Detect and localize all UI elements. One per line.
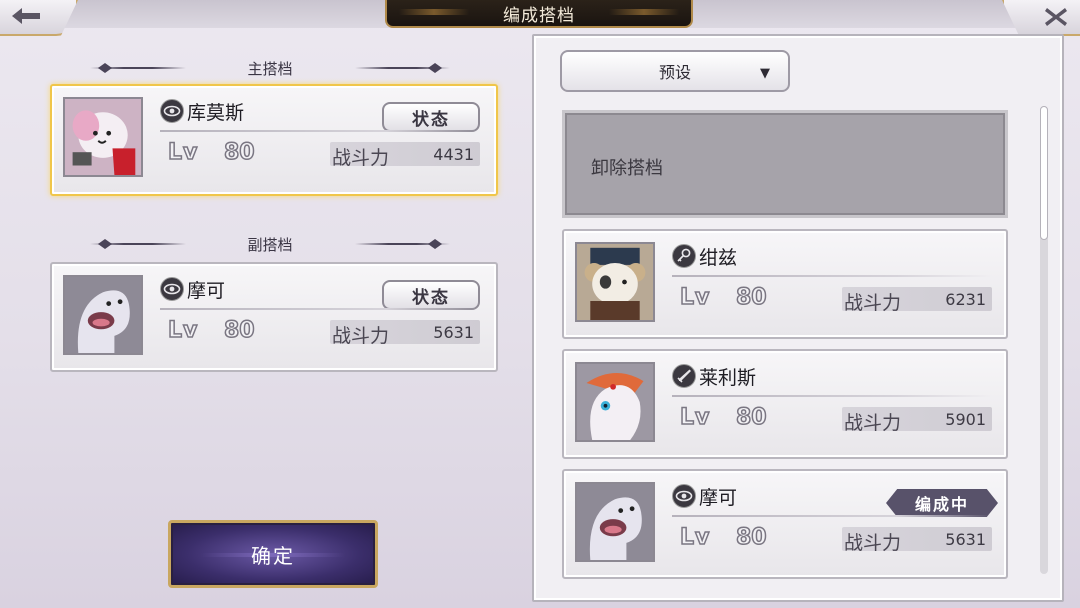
avatar-moke bbox=[63, 275, 143, 355]
level-value: 80 bbox=[735, 524, 767, 551]
level-value: 80 bbox=[735, 284, 767, 311]
divider bbox=[672, 275, 992, 277]
main-partner-heading-text: 主搭档 bbox=[247, 59, 293, 78]
eye-icon bbox=[672, 484, 696, 508]
arrow-left-icon bbox=[12, 8, 40, 24]
power-label: 战斗力 bbox=[844, 532, 902, 554]
main-partner-name-row: 库莫斯 bbox=[160, 98, 244, 124]
level-label: Lv bbox=[679, 524, 711, 551]
power-value: 6231 bbox=[945, 290, 986, 309]
back-button[interactable] bbox=[0, 0, 78, 36]
list-scrollbar-thumb[interactable] bbox=[1040, 106, 1048, 240]
divider bbox=[160, 130, 480, 132]
level-value: 80 bbox=[223, 139, 255, 166]
eye-icon bbox=[160, 99, 184, 123]
power-label: 战斗力 bbox=[332, 325, 390, 347]
sub-partner-card[interactable]: 摩可 状态 Lv 80 战斗力 5631 bbox=[50, 262, 498, 372]
avatar-ganzi bbox=[575, 242, 655, 322]
avatar-lailisi bbox=[575, 362, 655, 442]
list-item-name-row: 莱利斯 bbox=[672, 363, 756, 389]
partner-name: 莱利斯 bbox=[699, 366, 757, 389]
remove-partner-label: 卸除搭档 bbox=[591, 158, 663, 179]
divider bbox=[672, 515, 992, 517]
sword-icon bbox=[672, 364, 696, 388]
list-item[interactable]: 莱利斯 Lv 80 战斗力 5901 bbox=[562, 349, 1008, 459]
power-label: 战斗力 bbox=[844, 412, 902, 434]
list-item-name-row: 绀兹 bbox=[672, 243, 737, 269]
chevron-down-icon: ▼ bbox=[760, 66, 770, 81]
power-box: 战斗力 5631 bbox=[842, 527, 992, 554]
eye-icon bbox=[160, 277, 184, 301]
main-partner-card[interactable]: 库莫斯 状态 Lv 80 战斗力 4431 bbox=[50, 84, 498, 196]
avatar-kumos bbox=[63, 97, 143, 177]
in-team-badge: 编成中 bbox=[886, 489, 998, 517]
divider bbox=[160, 308, 480, 310]
level-value: 80 bbox=[223, 317, 255, 344]
list-item[interactable]: 摩可 编成中 Lv 80 战斗力 5631 bbox=[562, 469, 1008, 579]
level-label: Lv bbox=[679, 404, 711, 431]
remove-partner-button[interactable]: 卸除搭档 bbox=[562, 110, 1008, 218]
sub-partner-name: 摩可 bbox=[187, 279, 226, 302]
power-label: 战斗力 bbox=[332, 147, 390, 169]
power-value: 5631 bbox=[433, 323, 474, 342]
power-box: 战斗力 5631 bbox=[330, 320, 480, 347]
preset-label: 预设 bbox=[658, 63, 691, 82]
power-box: 战斗力 6231 bbox=[842, 287, 992, 314]
list-item-name-row: 摩可 bbox=[672, 483, 737, 509]
power-box: 战斗力 4431 bbox=[330, 142, 480, 169]
partner-name: 摩可 bbox=[699, 486, 738, 509]
close-button[interactable] bbox=[1002, 0, 1080, 36]
power-label: 战斗力 bbox=[844, 292, 902, 314]
level-label: Lv bbox=[167, 317, 199, 344]
sub-partner-heading-text: 副搭档 bbox=[247, 235, 293, 254]
close-icon bbox=[1045, 8, 1067, 26]
confirm-label: 确定 bbox=[251, 543, 295, 568]
list-item[interactable]: 绀兹 Lv 80 战斗力 6231 bbox=[562, 229, 1008, 339]
main-partner-name: 库莫斯 bbox=[187, 101, 245, 124]
key-icon bbox=[672, 244, 696, 268]
level-value: 80 bbox=[735, 404, 767, 431]
level-label: Lv bbox=[679, 284, 711, 311]
preset-dropdown[interactable]: 预设 ▼ bbox=[560, 50, 790, 92]
main-partner-heading: 主搭档 bbox=[90, 58, 451, 78]
power-value: 5901 bbox=[945, 410, 986, 429]
power-box: 战斗力 5901 bbox=[842, 407, 992, 434]
page-title: 编成搭档 bbox=[385, 0, 693, 28]
sub-partner-name-row: 摩可 bbox=[160, 276, 225, 302]
power-value: 4431 bbox=[433, 145, 474, 164]
level-label: Lv bbox=[167, 139, 199, 166]
avatar-moke bbox=[575, 482, 655, 562]
confirm-button[interactable]: 确定 bbox=[168, 520, 378, 588]
divider bbox=[672, 395, 992, 397]
main-partner-status-button[interactable]: 状态 bbox=[382, 102, 480, 132]
sub-partner-status-button[interactable]: 状态 bbox=[382, 280, 480, 310]
power-value: 5631 bbox=[945, 530, 986, 549]
partner-name: 绀兹 bbox=[699, 246, 738, 269]
sub-partner-heading: 副搭档 bbox=[90, 234, 451, 254]
